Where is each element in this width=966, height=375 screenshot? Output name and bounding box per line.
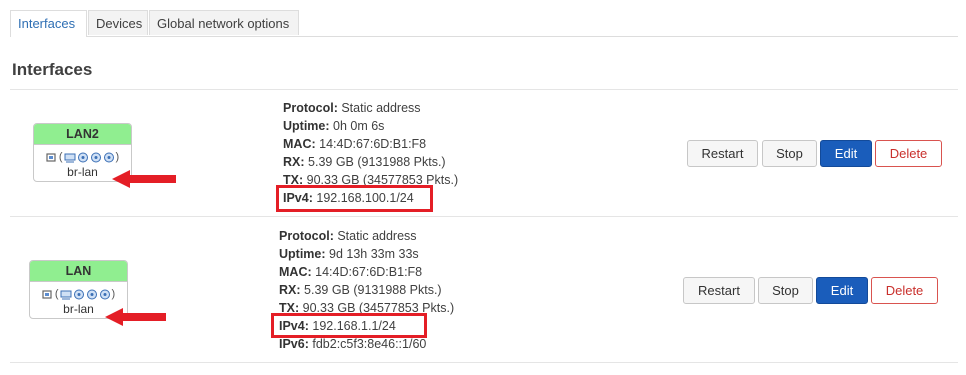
uptime-line: Uptime: 9d 13h 33m 33s: [279, 247, 419, 261]
ethernet-icon: [46, 152, 56, 162]
edit-button[interactable]: Edit: [816, 277, 868, 304]
mac-line: MAC: 14:4D:67:6D:B1:F8: [283, 137, 427, 151]
tab-bar: Interfaces Devices Global network option…: [10, 10, 958, 37]
stop-button[interactable]: Stop: [762, 140, 817, 167]
divider: [10, 89, 958, 90]
bridge-bracket-icon: ): [111, 288, 116, 300]
delete-button[interactable]: Delete: [875, 140, 942, 167]
network-port-icon: [86, 289, 97, 299]
tx-line: TX: 90.33 GB (34577853 Pkts.): [279, 301, 455, 315]
bridge-bracket-icon: ): [115, 151, 120, 163]
ipv4-line: IPv4: 192.168.100.1/24: [283, 191, 414, 205]
rx-line: RX: 5.39 GB (9131988 Pkts.): [279, 283, 442, 297]
tab-global-network-options[interactable]: Global network options: [149, 10, 299, 35]
delete-button[interactable]: Delete: [871, 277, 938, 304]
ethernet-icon: [42, 289, 52, 299]
divider: [10, 216, 958, 217]
network-port-icon: [73, 289, 84, 299]
restart-button[interactable]: Restart: [687, 140, 758, 167]
annotation-arrow-icon: [105, 308, 166, 326]
bridge-port-icon: [60, 290, 71, 299]
restart-button[interactable]: Restart: [683, 277, 755, 304]
mac-line: MAC: 14:4D:67:6D:B1:F8: [279, 265, 423, 279]
edit-button[interactable]: Edit: [820, 140, 872, 167]
network-port-icon: [77, 152, 88, 162]
bridge-bracket-icon: (: [58, 151, 63, 163]
port-icons: ( ): [34, 149, 131, 165]
bridge-bracket-icon: (: [54, 288, 59, 300]
stop-button[interactable]: Stop: [758, 277, 813, 304]
annotation-arrow-icon: [112, 170, 176, 188]
protocol-line: Protocol: Static address: [283, 101, 421, 115]
interface-name: LAN2: [34, 124, 131, 145]
rx-line: RX: 5.39 GB (9131988 Pkts.): [283, 155, 446, 169]
network-port-icon: [103, 152, 114, 162]
protocol-line: Protocol: Static address: [279, 229, 417, 243]
uptime-line: Uptime: 0h 0m 6s: [283, 119, 385, 133]
port-icons: ( ): [30, 286, 127, 302]
tx-line: TX: 90.33 GB (34577853 Pkts.): [283, 173, 459, 187]
interface-status: Protocol: Static address Uptime: 9d 13h …: [279, 227, 454, 353]
ipv6-line: IPv6: fdb2:c5f3:8e46::1/60: [279, 337, 427, 351]
page-title: Interfaces: [12, 60, 93, 79]
tab-interfaces[interactable]: Interfaces: [10, 10, 87, 37]
divider: [10, 362, 958, 363]
interface-name: LAN: [30, 261, 127, 282]
tab-devices[interactable]: Devices: [88, 10, 148, 35]
interface-status: Protocol: Static address Uptime: 0h 0m 6…: [283, 99, 458, 207]
bridge-port-icon: [64, 153, 75, 162]
ipv4-line: IPv4: 192.168.1.1/24: [279, 319, 396, 333]
network-port-icon: [90, 152, 101, 162]
network-port-icon: [99, 289, 110, 299]
